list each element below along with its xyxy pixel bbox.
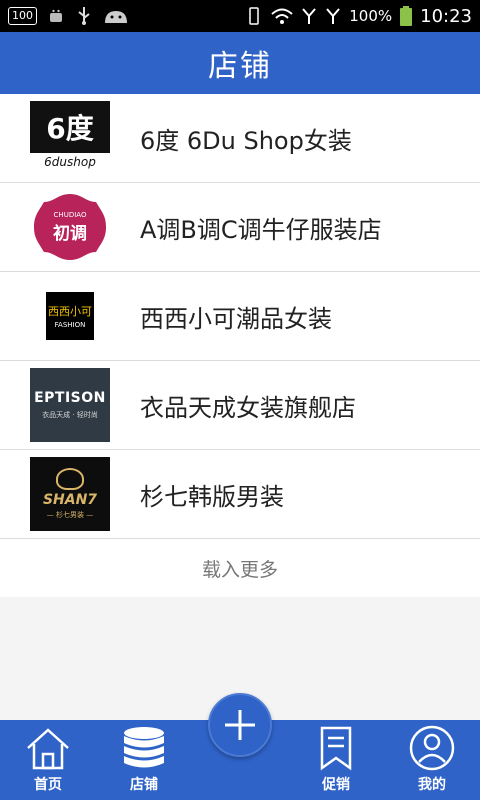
crest-icon [56, 468, 84, 490]
logo-text: 西西小可 [48, 305, 92, 318]
logo-eptison: EPTISON 衣品天成 · 轻时尚 [30, 368, 110, 442]
nav-label: 促销 [322, 777, 350, 793]
logo-shan7: SHAN7 — 杉七男装 — [30, 457, 110, 531]
nav-label: 我的 [418, 777, 446, 793]
signal-1-icon [302, 8, 316, 24]
logo-text: EPTISON [34, 390, 106, 406]
shop-row[interactable]: SHAN7 — 杉七男装 — 杉七韩版男装 [0, 450, 480, 539]
nav-label: 店铺 [130, 777, 158, 793]
nav-item-promotions[interactable]: 促销 [288, 720, 384, 800]
shop-logo: SHAN7 — 杉七男装 — [30, 457, 110, 531]
home-icon [27, 728, 69, 770]
shop-logo: CHUDIAO 初调 [30, 190, 110, 264]
user-icon [409, 725, 455, 771]
logo-sub: FASHION [54, 321, 86, 329]
usb-icon [78, 7, 90, 25]
logo-text: SHAN7 [42, 492, 98, 508]
status-right: 100% 10:23 [245, 6, 472, 27]
battery-percent: 100% [349, 7, 393, 25]
shop-row[interactable]: EPTISON 衣品天成 · 轻时尚 衣品天成女装旗舰店 [0, 361, 480, 450]
logo-sub: CHUDIAO [53, 210, 87, 219]
shop-name: 西西小可潮品女装 [140, 304, 332, 333]
nav-item-shops[interactable]: 店铺 [96, 720, 192, 800]
bookmark-icon [320, 726, 352, 771]
shop-row[interactable]: CHUDIAO 初调 A调B调C调牛仔服装店 [0, 183, 480, 272]
load-more-button[interactable]: 载入更多 [0, 539, 480, 597]
logo-sub: 衣品天成 · 轻时尚 [42, 411, 98, 419]
logo-6du: 6度 6dushop [30, 101, 110, 175]
logo-xixi: 西西小可 FASHION [46, 292, 94, 340]
database-icon [124, 727, 164, 768]
shop-name: 衣品天成女装旗舰店 [140, 393, 356, 422]
title-bar: 店铺 [0, 32, 480, 94]
shop-row[interactable]: 西西小可 FASHION 西西小可潮品女装 [0, 272, 480, 361]
android-icon [105, 11, 127, 23]
battery-icon [400, 6, 413, 26]
status-bar: 100 100% 10:23 [0, 0, 480, 32]
nav-label: 首页 [34, 777, 62, 793]
plus-icon [225, 710, 255, 740]
status-left: 100 [8, 6, 245, 26]
signal-2-icon [326, 8, 340, 24]
logo-text: 初调 [53, 223, 87, 244]
page-title: 店铺 [208, 49, 272, 84]
shop-name: 杉七韩版男装 [140, 482, 284, 511]
shop-list: 6度 6dushop 6度 6Du Shop女装 CHUDIAO 初调 A调B调… [0, 94, 480, 597]
android-debug-icon [50, 9, 62, 22]
shop-logo: 6度 6dushop [30, 101, 110, 175]
logo-chudiao: CHUDIAO 初调 [30, 190, 110, 264]
logo-text: 6度 [30, 101, 110, 153]
shop-row[interactable]: 6度 6dushop 6度 6Du Shop女装 [0, 94, 480, 183]
nav-item-profile[interactable]: 我的 [384, 720, 480, 800]
logo-sub: 6dushop [44, 155, 96, 169]
shop-name: 6度 6Du Shop女装 [140, 126, 352, 155]
nav-item-home[interactable]: 首页 [0, 720, 96, 800]
wifi-icon [271, 8, 293, 24]
clock: 10:23 [420, 5, 472, 27]
vibrate-icon [249, 7, 259, 25]
logo-sub: — 杉七男装 — [46, 511, 94, 519]
shop-logo: EPTISON 衣品天成 · 轻时尚 [30, 368, 110, 442]
battery-badge: 100 [8, 7, 37, 25]
add-button[interactable] [208, 693, 272, 757]
shop-name: A调B调C调牛仔服装店 [140, 215, 382, 244]
shop-logo: 西西小可 FASHION [30, 279, 110, 353]
